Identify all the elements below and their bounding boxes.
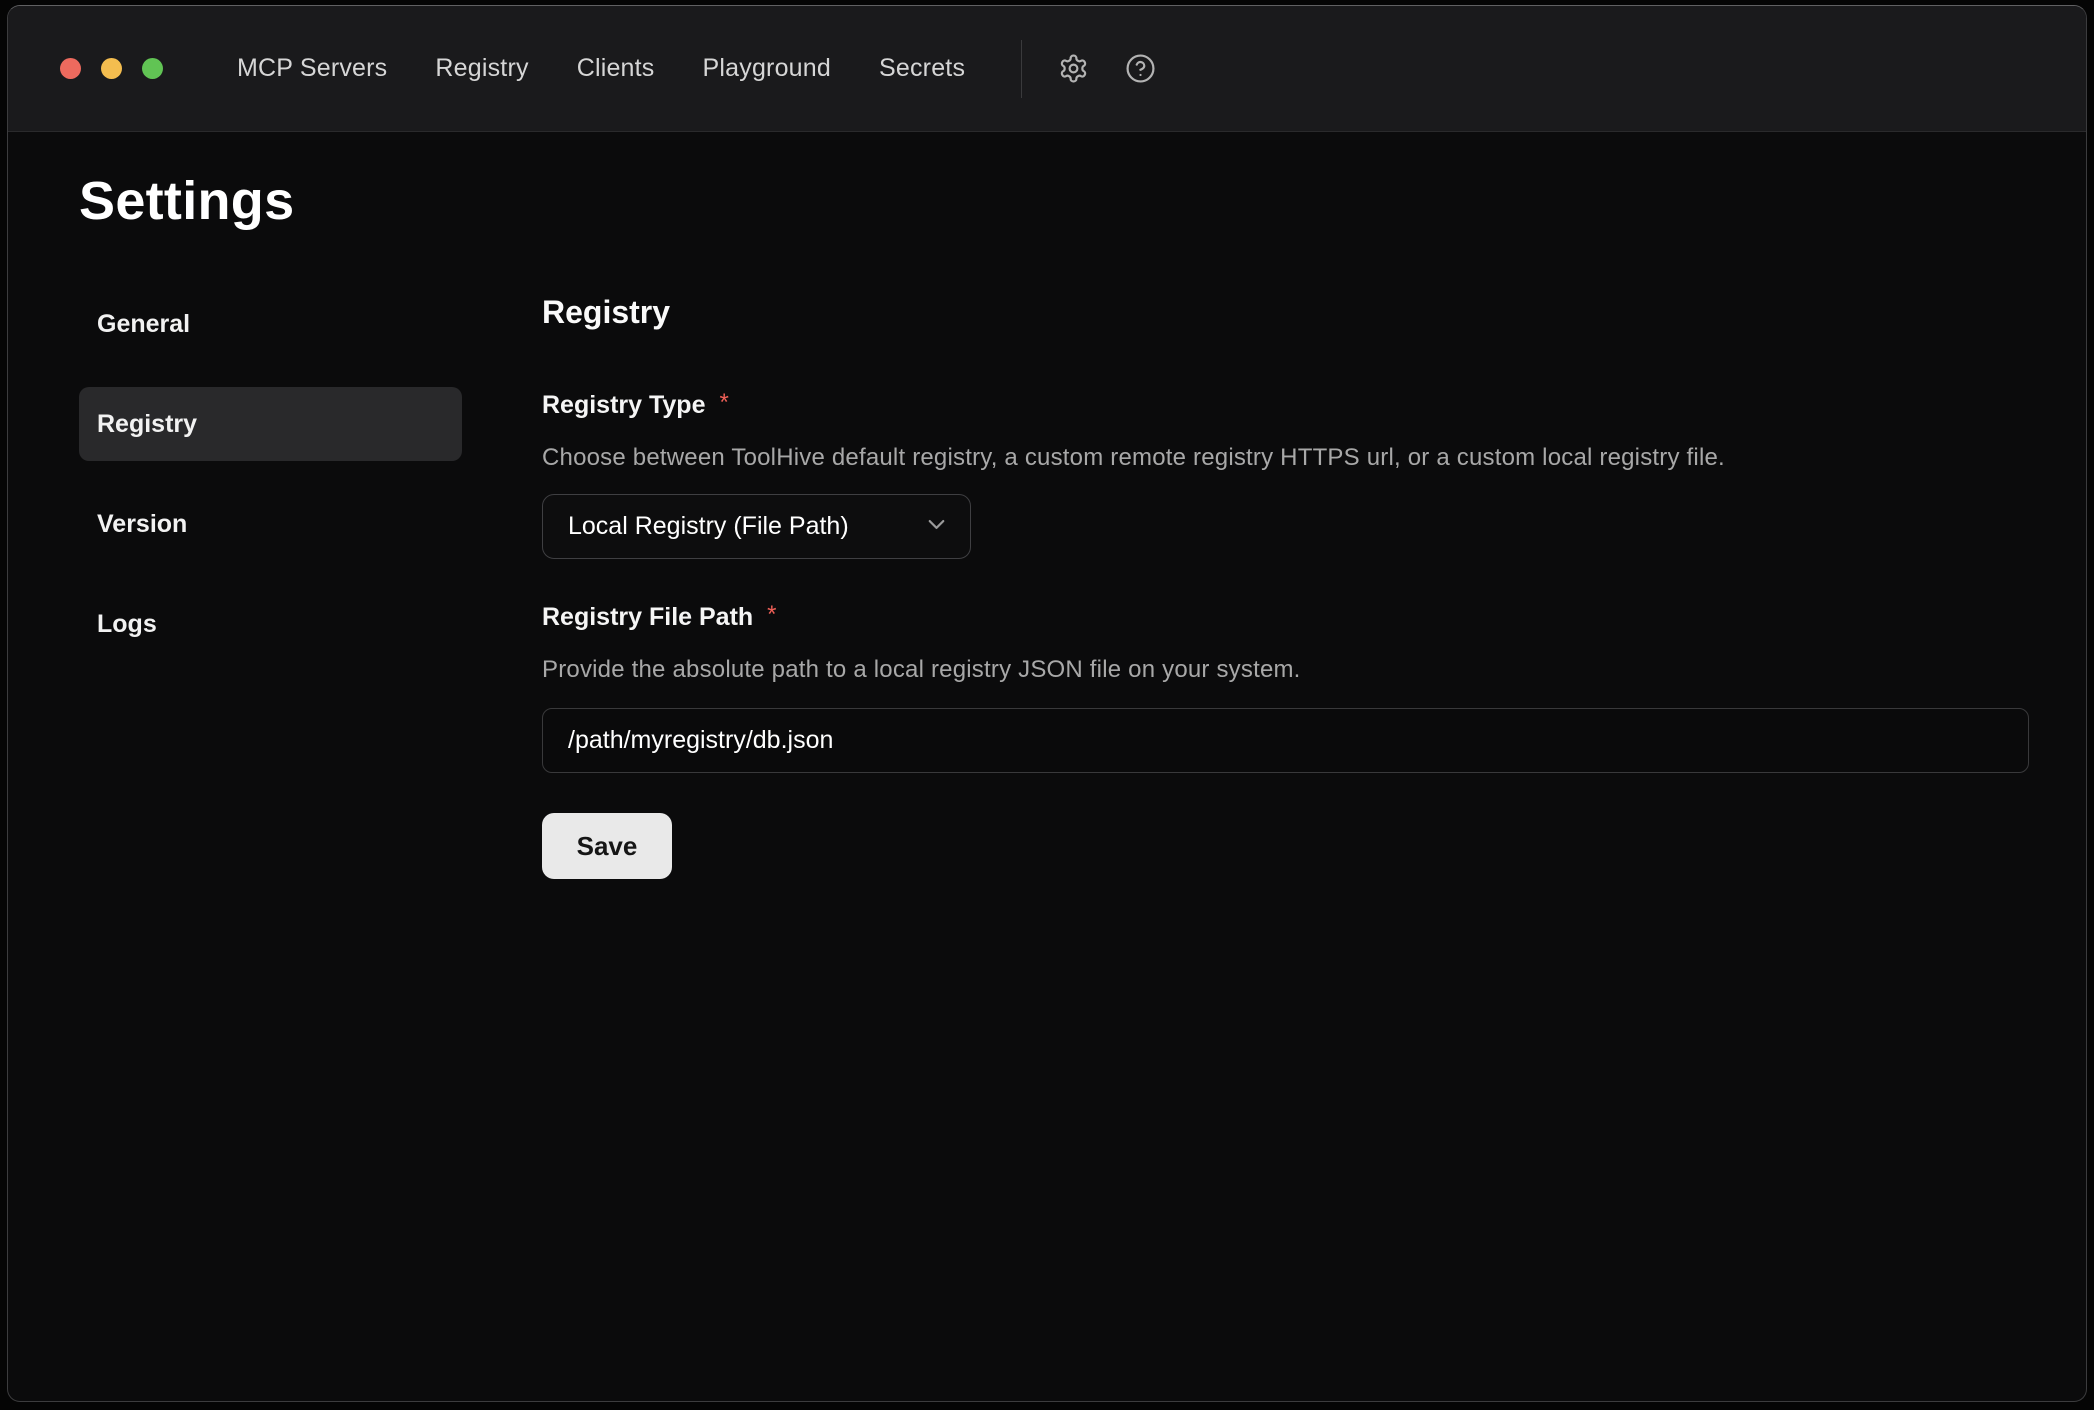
nav-item-mcp-servers[interactable]: MCP Servers (237, 54, 387, 83)
section-title: Registry (542, 294, 2029, 331)
nav-item-registry[interactable]: Registry (435, 54, 528, 83)
close-window-button[interactable] (60, 58, 81, 79)
settings-gear-icon[interactable] (1058, 53, 1089, 84)
zoom-window-button[interactable] (142, 58, 163, 79)
top-navigation: MCP Servers Registry Clients Playground … (237, 54, 965, 83)
minimize-window-button[interactable] (101, 58, 122, 79)
topbar-divider (1021, 40, 1022, 98)
registry-file-path-input[interactable] (542, 708, 2029, 773)
chevron-down-icon (923, 511, 950, 543)
nav-item-clients[interactable]: Clients (577, 54, 655, 83)
registry-file-path-description: Provide the absolute path to a local reg… (542, 656, 2029, 684)
sidebar-item-registry[interactable]: Registry (79, 387, 462, 461)
registry-settings-panel: Registry Registry Type * Choose between … (542, 287, 2029, 879)
sidebar-item-general[interactable]: General (79, 287, 462, 361)
save-button[interactable]: Save (542, 813, 672, 879)
help-icon[interactable] (1125, 53, 1156, 84)
registry-type-label: Registry Type (542, 391, 705, 420)
registry-type-select[interactable]: Local Registry (File Path) (542, 494, 971, 559)
app-window: MCP Servers Registry Clients Playground … (7, 5, 2087, 1402)
traffic-lights (60, 58, 163, 79)
page-title: Settings (79, 170, 2086, 232)
nav-item-playground[interactable]: Playground (703, 54, 831, 83)
settings-sidebar: General Registry Version Logs (79, 287, 462, 879)
registry-type-description: Choose between ToolHive default registry… (542, 444, 2029, 472)
sidebar-item-logs[interactable]: Logs (79, 587, 462, 661)
sidebar-item-version[interactable]: Version (79, 487, 462, 561)
registry-file-path-label: Registry File Path (542, 603, 753, 632)
required-asterisk: * (719, 389, 728, 417)
nav-item-secrets[interactable]: Secrets (879, 54, 965, 83)
registry-type-selected-value: Local Registry (File Path) (568, 512, 849, 541)
titlebar: MCP Servers Registry Clients Playground … (8, 6, 2086, 132)
required-asterisk: * (767, 601, 776, 629)
